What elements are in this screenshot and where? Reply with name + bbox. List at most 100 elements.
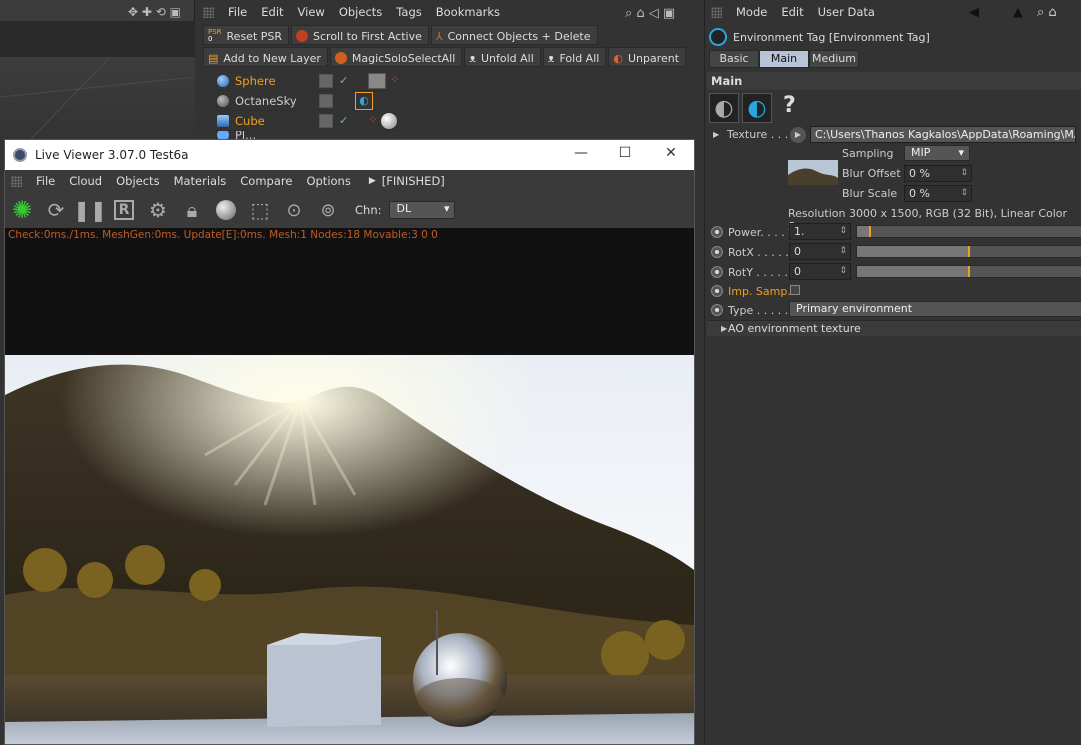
object-name: Cube xyxy=(235,113,265,128)
render-output-image[interactable] xyxy=(5,355,694,744)
tab-main[interactable]: Main xyxy=(759,50,809,68)
lv-menu-cloud[interactable]: Cloud xyxy=(69,174,102,188)
object-row-cube[interactable]: Cube ✓ ⁘ xyxy=(201,111,695,131)
lv-menu-objects[interactable]: Objects xyxy=(116,174,159,188)
rotx-slider[interactable] xyxy=(856,245,1081,258)
slider-handle[interactable] xyxy=(968,246,970,257)
texture-preview-thumbnail[interactable] xyxy=(788,160,838,185)
settings-gear-icon[interactable]: ⚙ xyxy=(145,197,171,223)
channel-select[interactable]: DL xyxy=(389,201,456,219)
blur-offset-field[interactable]: 0 % xyxy=(904,165,972,182)
fold-all-button[interactable]: ᴥ Fold All xyxy=(542,47,607,67)
toolbar-row-2: ▤ Add to New Layer MagicSoloSelectAll ᴥ … xyxy=(203,47,687,67)
power-slider[interactable] xyxy=(856,225,1081,238)
unparent-button[interactable]: ◐ Unparent xyxy=(608,47,687,67)
menu-bookmarks[interactable]: Bookmarks xyxy=(436,5,500,19)
unfold-all-button[interactable]: ᴥ Unfold All xyxy=(464,47,541,67)
environment-tag-icon[interactable]: ◐ xyxy=(742,93,772,123)
object-manager-nav-icons[interactable]: ⌕ ⌂ ◁ ▣ xyxy=(625,4,697,20)
slider-handle[interactable] xyxy=(869,226,872,237)
roty-slider[interactable] xyxy=(856,265,1081,278)
expand-arrow-icon[interactable]: ▶ xyxy=(369,176,376,186)
maximize-icon[interactable]: ☐ xyxy=(615,145,635,163)
live-viewer-menubar: File Cloud Objects Materials Compare Opt… xyxy=(5,170,694,192)
lv-menu-materials[interactable]: Materials xyxy=(174,174,227,188)
viewport-background xyxy=(0,22,195,57)
layer-swatch[interactable] xyxy=(319,93,333,108)
lock-icon[interactable]: 🔒︎ xyxy=(179,197,205,223)
octane-tag-icon[interactable]: ⁘ xyxy=(390,73,399,89)
imp-samp-checkbox[interactable] xyxy=(790,285,800,295)
add-to-new-layer-button[interactable]: ▤ Add to New Layer xyxy=(203,47,328,67)
ao-expand-icon[interactable]: ▶ xyxy=(721,324,727,333)
attribute-nav-icons[interactable]: ◀ ▲ ⌕ ⌂ xyxy=(969,3,1081,19)
menu-objects[interactable]: Objects xyxy=(339,5,382,19)
environment-tag-icon[interactable]: ◐ xyxy=(355,91,373,110)
focus-pick-icon[interactable]: ⊙ xyxy=(281,197,307,223)
material-tag-icon[interactable] xyxy=(381,112,398,129)
help-icon[interactable]: ? xyxy=(783,93,796,118)
object-row-octanesky[interactable]: OctaneSky ◐ xyxy=(201,91,695,111)
environment-preset-icon[interactable]: ◐ xyxy=(709,93,739,123)
reset-psr-button[interactable]: PSR 0 Reset PSR xyxy=(203,25,290,45)
rotx-field[interactable]: 0 xyxy=(789,243,851,260)
menu-edit[interactable]: Edit xyxy=(781,5,803,19)
texture-expand-icon[interactable]: ▶ xyxy=(713,130,719,139)
roty-animate-radio[interactable] xyxy=(711,266,723,278)
toolbar-row-1: PSR 0 Reset PSR Scroll to First Active ⅄ … xyxy=(203,25,598,45)
octane-tag-icon[interactable]: ⁘ xyxy=(368,113,377,129)
material-tag-icon[interactable] xyxy=(368,72,387,89)
roty-field[interactable]: 0 xyxy=(789,263,851,280)
scroll-to-first-active-button[interactable]: Scroll to First Active xyxy=(291,25,429,45)
scroll-label: Scroll to First Active xyxy=(313,29,422,43)
texture-pick-icon[interactable]: ▶ xyxy=(790,127,806,143)
enabled-check-icon[interactable]: ✓ xyxy=(339,114,348,127)
texture-path-field[interactable]: C:\Users\Thanos Kagkalos\AppData\Roaming… xyxy=(810,126,1076,143)
panel-grip-icon[interactable] xyxy=(711,6,722,18)
material-ball-icon[interactable] xyxy=(213,197,239,223)
panel-grip-icon[interactable] xyxy=(11,175,22,187)
ao-section-header[interactable]: ▶ AO environment texture xyxy=(707,320,1081,336)
slider-handle[interactable] xyxy=(968,266,970,277)
rotx-animate-radio[interactable] xyxy=(711,246,723,258)
blur-scale-label: Blur Scale xyxy=(842,187,898,200)
restart-render-icon[interactable]: ⟳ xyxy=(43,197,69,223)
object-row-sphere[interactable]: Sphere ✓ ⁘ xyxy=(201,71,695,91)
layer-swatch[interactable] xyxy=(319,73,333,88)
menu-user-data[interactable]: User Data xyxy=(818,5,875,19)
send-scene-render-icon[interactable]: ✺ xyxy=(9,196,35,224)
minimize-icon[interactable]: — xyxy=(571,145,591,163)
type-label: Type . . . . . xyxy=(728,304,789,317)
material-pick-icon[interactable]: ⊚ xyxy=(315,197,341,223)
texture-label: Texture . . . xyxy=(727,128,789,141)
layer-swatch[interactable] xyxy=(319,113,333,128)
menu-view[interactable]: View xyxy=(298,5,325,19)
sampling-select[interactable]: MIP xyxy=(904,145,970,161)
tab-basic[interactable]: Basic xyxy=(709,50,759,68)
viewport-nav-icons[interactable]: ✥ ✚ ⟲ ▣ xyxy=(128,4,192,18)
lv-menu-options[interactable]: Options xyxy=(306,174,350,188)
panel-grip-icon[interactable] xyxy=(203,6,214,18)
region-render-icon[interactable]: R xyxy=(111,197,137,223)
lv-menu-compare[interactable]: Compare xyxy=(240,174,292,188)
menu-mode[interactable]: Mode xyxy=(736,5,767,19)
type-select[interactable]: Primary environment xyxy=(789,301,1081,317)
connect-objects-delete-button[interactable]: ⅄ Connect Objects + Delete xyxy=(430,25,598,45)
magic-solo-select-all-button[interactable]: MagicSoloSelectAll xyxy=(329,47,463,67)
tab-medium[interactable]: Medium xyxy=(809,50,859,68)
close-icon[interactable]: ✕ xyxy=(661,145,681,163)
type-animate-radio[interactable] xyxy=(711,304,723,316)
enabled-check-icon[interactable]: ✓ xyxy=(339,74,348,87)
menu-tags[interactable]: Tags xyxy=(396,5,421,19)
power-field[interactable]: 1. xyxy=(789,223,851,240)
menu-edit[interactable]: Edit xyxy=(261,5,283,19)
imp-samp-animate-radio[interactable] xyxy=(711,285,723,297)
render-stats-text: Check:0ms./1ms. MeshGen:0ms. Update[E]:0… xyxy=(8,229,438,241)
lv-menu-file[interactable]: File xyxy=(36,174,55,188)
blur-scale-field[interactable]: 0 % xyxy=(904,185,972,202)
pause-render-icon[interactable]: ❚❚ xyxy=(73,197,107,223)
editor-viewport[interactable]: ✥ ✚ ⟲ ▣ xyxy=(0,0,196,141)
power-animate-radio[interactable] xyxy=(711,226,723,238)
menu-file[interactable]: File xyxy=(228,5,247,19)
crop-region-icon[interactable]: ⬚ xyxy=(247,197,273,223)
